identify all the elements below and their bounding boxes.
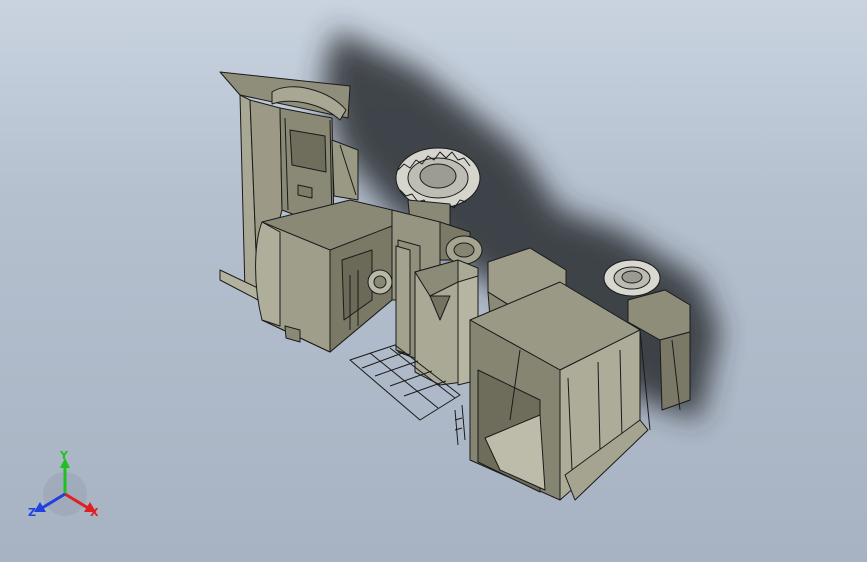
rear-tire[interactable] xyxy=(603,259,661,297)
z-axis-label: Z xyxy=(28,506,36,519)
graphics-viewport[interactable]: Y X Z xyxy=(0,0,867,562)
x-axis-label: X xyxy=(90,506,99,519)
operator-cab[interactable] xyxy=(255,199,393,353)
engine-block[interactable] xyxy=(391,209,483,386)
y-axis-label: Y xyxy=(60,449,68,462)
orientation-triad[interactable]: Y X Z xyxy=(28,450,103,525)
grain-tank[interactable] xyxy=(469,281,641,501)
cad-model-scene[interactable] xyxy=(0,0,867,562)
